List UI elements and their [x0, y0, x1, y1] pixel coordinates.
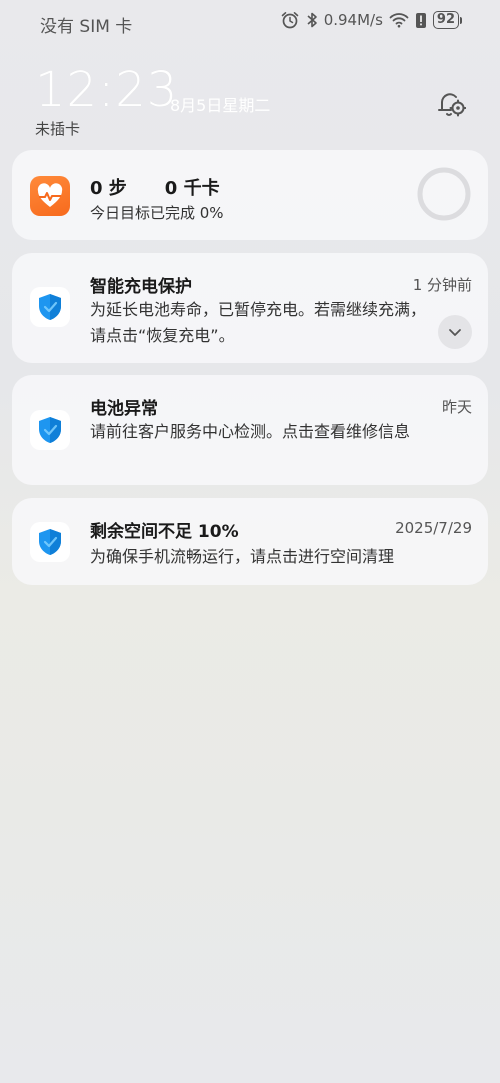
- notification-time: 1 分钟前: [412, 276, 472, 294]
- notification-title: 智能充电保护: [90, 277, 192, 297]
- net-speed: 0.94M/s: [323, 11, 383, 29]
- health-stats: 0 步 0 千卡: [90, 174, 258, 200]
- notification-title: 电池异常: [90, 399, 158, 419]
- shield-icon: [30, 287, 70, 327]
- notification-storage-low[interactable]: 剩余空间不足 10% 2025/7/29 为确保手机流畅运行，请点击进行空间清理: [12, 498, 488, 585]
- carrier-label: 没有 SIM 卡: [40, 17, 133, 37]
- notification-body: 为确保手机流畅运行，请点击进行空间清理: [90, 547, 395, 566]
- steps-count: 0 步: [90, 178, 127, 199]
- battery-icon: 92: [432, 11, 462, 29]
- lockscreen-date: 8月5日星期二: [170, 96, 271, 115]
- gear-notification-settings-icon[interactable]: [434, 88, 467, 120]
- bluetooth-icon: [306, 11, 318, 29]
- lockscreen-clock: 12:23: [35, 62, 179, 118]
- goal-progress-ring: [416, 166, 472, 222]
- vibrate-alert-icon: [415, 12, 427, 29]
- notification-time: 昨天: [441, 398, 472, 416]
- notification-smart-charging[interactable]: 智能充电保护 1 分钟前 为延长电池寿命，已暂停充电。若需继续充满，请点击“恢复…: [12, 253, 488, 363]
- battery-level: 92: [432, 11, 459, 29]
- chevron-down-icon[interactable]: [438, 315, 472, 349]
- shield-icon: [30, 522, 70, 562]
- health-card[interactable]: 0 步 0 千卡 今日目标已完成 0%: [12, 150, 488, 240]
- notification-time: 2025/7/29: [395, 519, 472, 537]
- status-bar: 没有 SIM 卡 0.94M/s 92: [0, 0, 500, 44]
- calories-count: 0 千卡: [164, 178, 220, 199]
- notification-title: 剩余空间不足 10%: [90, 522, 239, 542]
- goal-progress-text: 今日目标已完成 0%: [90, 204, 224, 222]
- status-icons: 0.94M/s 92: [280, 11, 462, 29]
- sim-status: 未插卡: [35, 120, 81, 138]
- alarm-icon: [280, 11, 300, 29]
- notification-battery-abnormal[interactable]: 电池异常 昨天 请前往客户服务中心检测。点击查看维修信息: [12, 375, 488, 485]
- notification-body: 请前往客户服务中心检测。点击查看维修信息: [90, 422, 411, 441]
- wifi-icon: [389, 12, 409, 28]
- notification-body: 为延长电池寿命，已暂停充电。若需继续充满，请点击“恢复充电”。: [90, 300, 427, 345]
- health-heart-icon: [30, 176, 70, 216]
- shield-icon: [30, 410, 70, 450]
